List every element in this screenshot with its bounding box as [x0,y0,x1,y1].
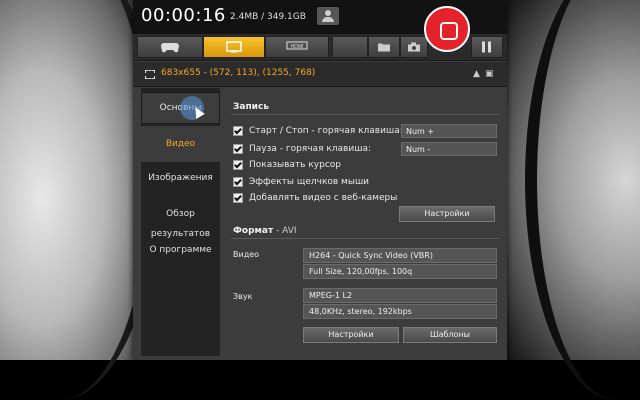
open-folder-button[interactable] [368,36,400,58]
person-icon-body [322,17,334,22]
templates-button[interactable]: Шаблоны [403,327,497,343]
settings-sidebar: Основны Видео Изображения Обзор результа… [141,88,220,356]
hdmi-label: HDMI [291,44,304,50]
webcam-overlay-checkbox[interactable] [233,193,243,203]
sidebar-item-output[interactable]: Обзор результатов [141,204,220,239]
capture-region-bar: 683x655 - (572, 113), (1255, 768) ▲ ▣ [133,62,507,87]
click-effects-label: Эффекты щелчков мыши [249,177,370,187]
pause-checkbox[interactable] [233,144,243,154]
pause-button[interactable] [471,36,503,58]
sidebar-item-images[interactable]: Изображения [141,168,220,188]
format-section-title: Формат - AVI [233,226,297,236]
desktop-background-left [0,0,160,400]
start-stop-label: Старт / Стоп - горячая клавиша: [249,126,403,136]
pause-hotkey-option[interactable]: Пауза - горячая клавиша: [233,144,371,155]
start-stop-hotkey-option[interactable]: Старт / Стоп - горячая клавиша: [233,126,403,137]
screen-mode-button[interactable] [203,36,265,58]
show-cursor-label: Показывать курсор [249,160,341,170]
screenshot-button[interactable] [400,36,428,58]
stop-icon [440,22,458,40]
audio-details-field[interactable]: 48,0KHz, stereo, 192kbps [303,304,497,319]
recorder-window: 00:00:16 2.4MB / 349.1GB HDMI 683x655 - … [133,0,507,360]
video-details-field[interactable]: Full Size, 120,00fps, 100q [303,264,497,279]
hdmi-icon: HDMI [286,41,308,50]
audio-codec-field[interactable]: MPEG-1 L2 [303,288,497,303]
webcam-overlay-option[interactable]: Добавлять видео с веб-камеры [233,193,397,204]
collapse-icon[interactable]: ▲ [473,69,480,79]
camera-icon [408,42,420,52]
webcam-overlay-label: Добавлять видео с веб-камеры [249,193,398,203]
start-stop-hotkey-field[interactable]: Num + [401,124,497,138]
click-effects-checkbox[interactable] [233,177,243,187]
sidebar-item-video[interactable]: Видео [141,126,220,162]
game-mode-button[interactable] [137,36,203,58]
monitor-icon [226,41,242,53]
pause-icon [482,41,492,53]
desktop-background-right [505,0,640,400]
sidebar-item-about[interactable]: О программе [141,240,220,260]
empty-toolbar-slot[interactable] [332,36,368,58]
recording-settings-button[interactable]: Настройки [399,206,495,222]
click-effects-option[interactable]: Эффекты щелчков мыши [233,177,369,188]
recording-timer: 00:00:16 [141,5,226,26]
record-stop-button[interactable] [424,6,470,52]
pause-label: Пауза - горячая клавиша: [249,144,371,154]
format-title-prefix: Формат [233,226,274,236]
gamepad-icon [161,43,179,53]
pause-hotkey-field[interactable]: Num - [401,142,497,156]
section-divider [231,114,499,115]
folder-icon [378,43,390,52]
settings-panel: Запись Старт / Стоп - горячая клавиша: N… [223,88,503,356]
show-cursor-option[interactable]: Показывать курсор [233,160,341,171]
file-size: 2.4MB / 349.1GB [230,12,306,22]
format-settings-button[interactable]: Настройки [303,327,399,343]
webcam-button[interactable] [317,7,339,25]
window-icon[interactable]: ▣ [485,69,494,79]
recording-section-title: Запись [233,102,270,112]
video-label: Видео [233,250,260,259]
video-codec-field[interactable]: H264 - Quick Sync Video (VBR) [303,248,497,263]
start-stop-checkbox[interactable] [233,126,243,136]
audio-label: Звук [233,292,253,301]
show-cursor-checkbox[interactable] [233,160,243,170]
section-divider [231,238,499,239]
region-dimensions: 683x655 - (572, 113), (1255, 768) [161,68,316,78]
region-select-icon[interactable] [145,70,155,79]
hdmi-device-button[interactable]: HDMI [265,36,329,58]
format-type: - AVI [273,226,297,236]
person-icon [325,10,331,16]
